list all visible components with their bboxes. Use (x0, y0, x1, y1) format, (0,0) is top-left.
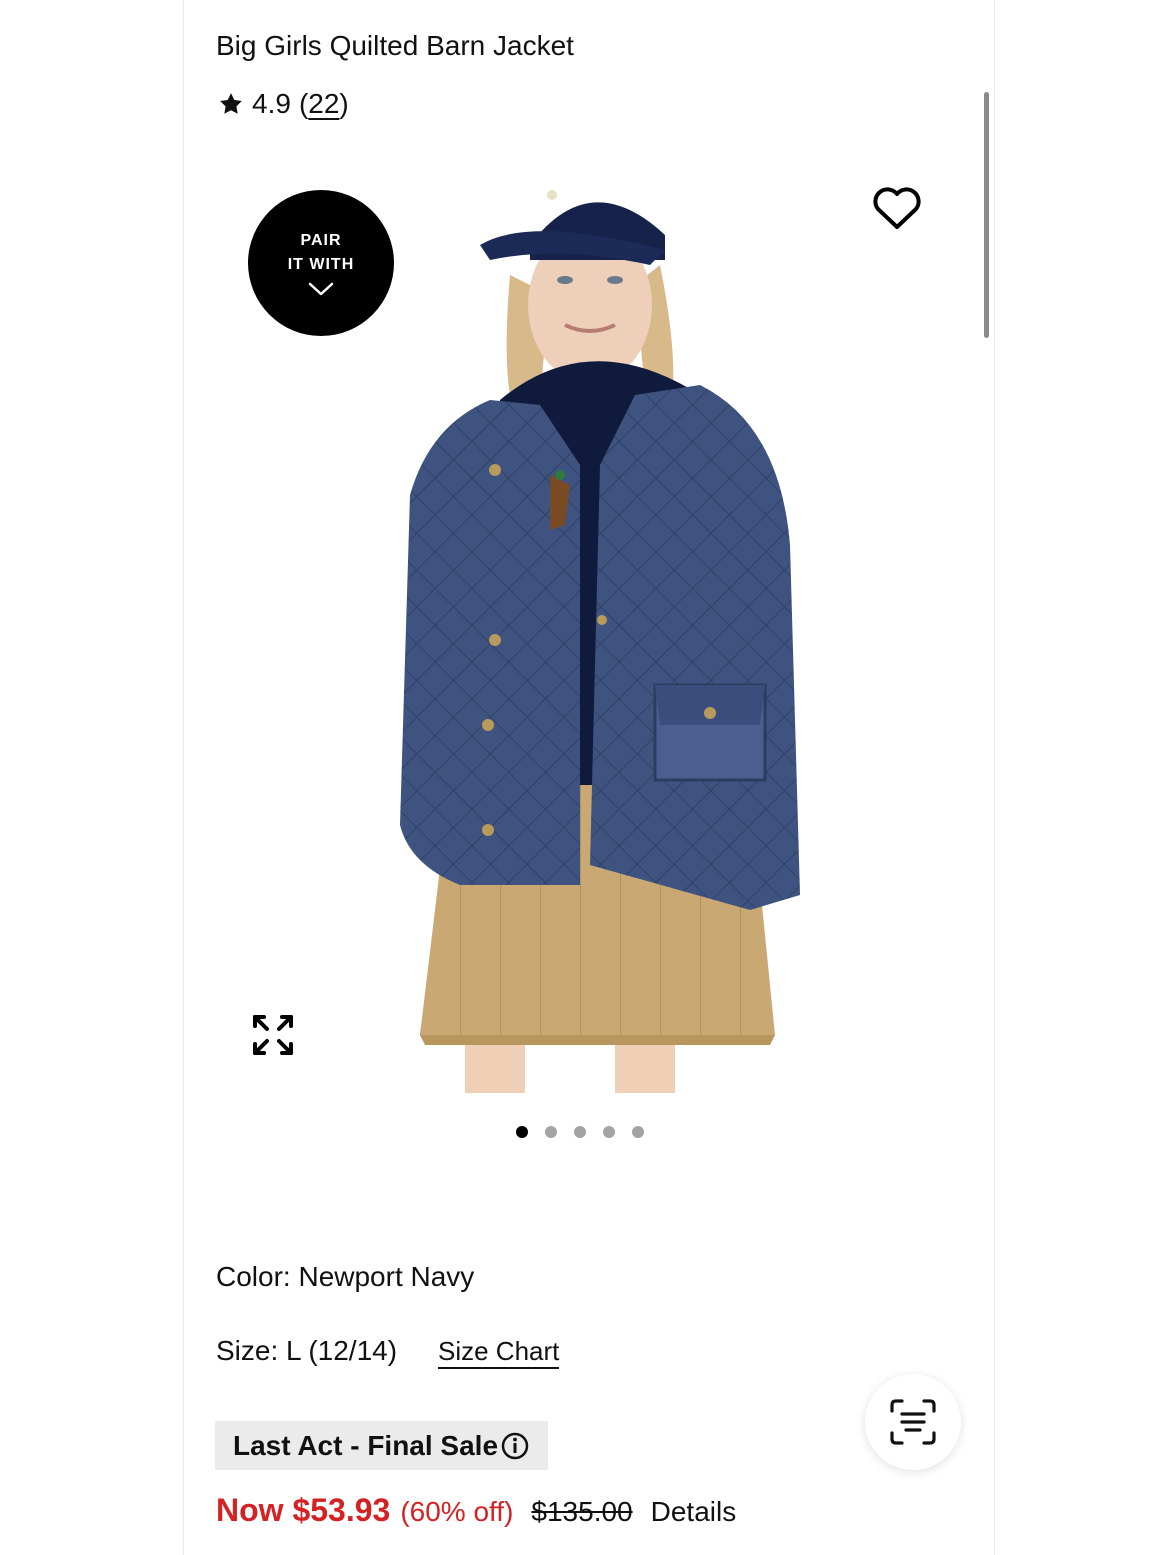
original-price: $135.00 (531, 1496, 633, 1527)
selected-size: Size: L (12/14) (216, 1335, 398, 1366)
product-title: Big Girls Quilted Barn Jacket (216, 30, 574, 61)
carousel-dot[interactable] (574, 1126, 586, 1138)
carousel-dot[interactable] (516, 1126, 528, 1138)
size-chart-link[interactable]: Size Chart (438, 1335, 560, 1369)
selected-color: Color: Newport Navy (216, 1261, 475, 1292)
review-open-paren: ( (298, 88, 309, 119)
carousel-dots (516, 1126, 644, 1138)
rating-summary[interactable]: 4.9 (22) (218, 86, 349, 122)
sale-tag: Last Act - Final Sale (215, 1421, 549, 1470)
star-icon (220, 93, 242, 114)
pair-it-with-button[interactable]: PAIR IT WITH (248, 190, 394, 336)
heart-icon[interactable] (872, 185, 922, 231)
info-icon[interactable] (500, 1431, 530, 1461)
review-close-paren: ) (339, 88, 349, 119)
scan-icon (890, 1399, 936, 1445)
product-page: Big Girls Quilted Barn Jacket 4.9 (22) P… (0, 0, 1163, 1555)
percent-off: (60% off) (400, 1496, 514, 1527)
price-row: Now $53.93 (60% off) $135.00 Details (216, 1490, 736, 1532)
sale-price: Now $53.93 (216, 1492, 391, 1528)
pair-badge-line1: PAIR (300, 232, 342, 249)
carousel-dot[interactable] (603, 1126, 615, 1138)
sale-tag-text: Last Act - Final Sale (233, 1429, 499, 1461)
product-image[interactable] (380, 165, 820, 1093)
chevron-down-icon (308, 282, 334, 296)
scrollbar[interactable] (984, 92, 989, 338)
scan-button[interactable] (865, 1374, 961, 1470)
carousel-dot[interactable] (632, 1126, 644, 1138)
rating-value: 4.9 (252, 88, 291, 119)
price-details-link[interactable]: Details (651, 1492, 737, 1532)
expand-icon[interactable] (250, 1012, 296, 1058)
review-count-link[interactable]: 22 (308, 86, 339, 122)
carousel-dot[interactable] (545, 1126, 557, 1138)
pair-badge-line2: IT WITH (287, 256, 355, 273)
